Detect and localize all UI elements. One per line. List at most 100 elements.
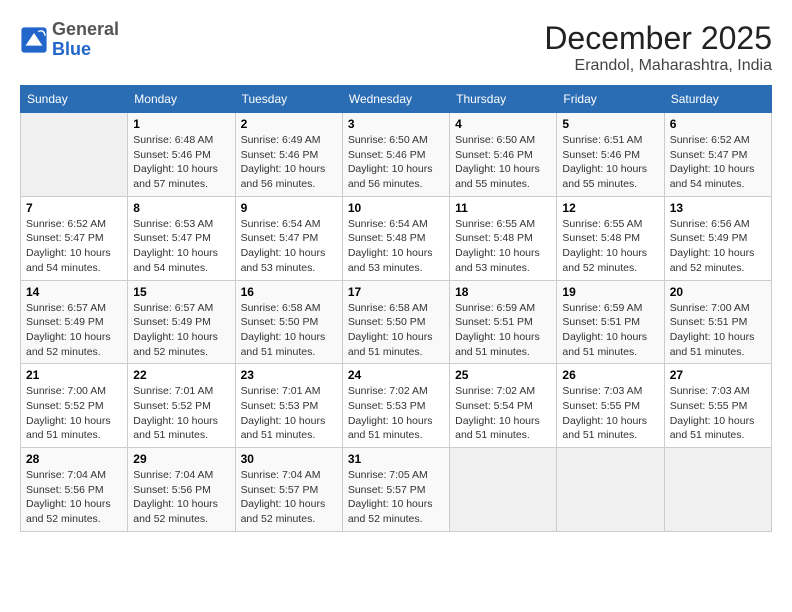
day-info: Sunrise: 7:01 AM Sunset: 5:52 PM Dayligh… bbox=[133, 384, 229, 443]
calendar-cell: 28 Sunrise: 7:04 AM Sunset: 5:56 PM Dayli… bbox=[21, 448, 128, 532]
day-number: 2 bbox=[241, 117, 337, 131]
calendar-cell: 30Sunrise: 7:04 AM Sunset: 5:57 PM Dayli… bbox=[235, 448, 342, 532]
day-number: 12 bbox=[562, 201, 658, 215]
day-info: Sunrise: 7:04 AM Sunset: 5:56 PM Dayligh… bbox=[26, 468, 122, 527]
title-block: December 2025 Erandol, Maharashtra, Indi… bbox=[544, 20, 772, 75]
page-header: General Blue December 2025 Erandol, Maha… bbox=[20, 20, 772, 75]
day-number: 13 bbox=[670, 201, 766, 215]
calendar-body: 1 Sunrise: 6:48 AM Sunset: 5:46 PM Daylig… bbox=[21, 113, 772, 532]
calendar-cell: 15 Sunrise: 6:57 AM Sunset: 5:49 PM Dayli… bbox=[128, 280, 235, 364]
calendar-cell: 1 Sunrise: 6:48 AM Sunset: 5:46 PM Daylig… bbox=[128, 113, 235, 197]
day-info: Sunrise: 6:59 AM Sunset: 5:51 PM Dayligh… bbox=[455, 301, 551, 360]
day-info: Sunrise: 6:49 AM Sunset: 5:46 PM Dayligh… bbox=[241, 133, 337, 192]
day-info: Sunrise: 6:50 AM Sunset: 5:46 PM Dayligh… bbox=[348, 133, 444, 192]
calendar-cell: 12 Sunrise: 6:55 AM Sunset: 5:48 PM Dayli… bbox=[557, 196, 664, 280]
day-info: Sunrise: 6:52 AM Sunset: 5:47 PM Dayligh… bbox=[26, 217, 122, 276]
day-number: 22 bbox=[133, 368, 229, 382]
calendar-cell bbox=[450, 448, 557, 532]
day-info: Sunrise: 6:57 AM Sunset: 5:49 PM Dayligh… bbox=[26, 301, 122, 360]
calendar-cell: 31Sunrise: 7:05 AM Sunset: 5:57 PM Dayli… bbox=[342, 448, 449, 532]
calendar-cell: 21 Sunrise: 7:00 AM Sunset: 5:52 PM Dayli… bbox=[21, 364, 128, 448]
logo-text: General Blue bbox=[52, 20, 119, 60]
day-number: 11 bbox=[455, 201, 551, 215]
calendar-cell: 16Sunrise: 6:58 AM Sunset: 5:50 PM Dayli… bbox=[235, 280, 342, 364]
weekday-tuesday: Tuesday bbox=[235, 86, 342, 113]
weekday-saturday: Saturday bbox=[664, 86, 771, 113]
calendar-cell: 23 Sunrise: 7:01 AM Sunset: 5:53 PM Dayli… bbox=[235, 364, 342, 448]
calendar-table: SundayMondayTuesdayWednesdayThursdayFrid… bbox=[20, 85, 772, 532]
calendar-cell: 14 Sunrise: 6:57 AM Sunset: 5:49 PM Dayli… bbox=[21, 280, 128, 364]
day-number: 21 bbox=[26, 368, 122, 382]
day-number: 17 bbox=[348, 285, 444, 299]
calendar-cell: 25 Sunrise: 7:02 AM Sunset: 5:54 PM Dayli… bbox=[450, 364, 557, 448]
calendar-cell: 19Sunrise: 6:59 AM Sunset: 5:51 PM Dayli… bbox=[557, 280, 664, 364]
day-info: Sunrise: 6:57 AM Sunset: 5:49 PM Dayligh… bbox=[133, 301, 229, 360]
day-number: 31 bbox=[348, 452, 444, 466]
day-number: 26 bbox=[562, 368, 658, 382]
day-number: 6 bbox=[670, 117, 766, 131]
weekday-sunday: Sunday bbox=[21, 86, 128, 113]
day-number: 15 bbox=[133, 285, 229, 299]
day-info: Sunrise: 7:00 AM Sunset: 5:52 PM Dayligh… bbox=[26, 384, 122, 443]
day-info: Sunrise: 6:59 AM Sunset: 5:51 PM Dayligh… bbox=[562, 301, 658, 360]
day-number: 14 bbox=[26, 285, 122, 299]
calendar-header: SundayMondayTuesdayWednesdayThursdayFrid… bbox=[21, 86, 772, 113]
day-info: Sunrise: 7:01 AM Sunset: 5:53 PM Dayligh… bbox=[241, 384, 337, 443]
day-number: 28 bbox=[26, 452, 122, 466]
day-number: 1 bbox=[133, 117, 229, 131]
day-info: Sunrise: 7:03 AM Sunset: 5:55 PM Dayligh… bbox=[670, 384, 766, 443]
calendar-cell: 26 Sunrise: 7:03 AM Sunset: 5:55 PM Dayli… bbox=[557, 364, 664, 448]
day-info: Sunrise: 6:55 AM Sunset: 5:48 PM Dayligh… bbox=[562, 217, 658, 276]
day-info: Sunrise: 6:56 AM Sunset: 5:49 PM Dayligh… bbox=[670, 217, 766, 276]
calendar-cell: 9Sunrise: 6:54 AM Sunset: 5:47 PM Daylig… bbox=[235, 196, 342, 280]
day-info: Sunrise: 6:53 AM Sunset: 5:47 PM Dayligh… bbox=[133, 217, 229, 276]
day-info: Sunrise: 6:58 AM Sunset: 5:50 PM Dayligh… bbox=[348, 301, 444, 360]
location: Erandol, Maharashtra, India bbox=[544, 57, 772, 75]
day-number: 16 bbox=[241, 285, 337, 299]
day-info: Sunrise: 7:02 AM Sunset: 5:53 PM Dayligh… bbox=[348, 384, 444, 443]
day-number: 30 bbox=[241, 452, 337, 466]
day-info: Sunrise: 7:03 AM Sunset: 5:55 PM Dayligh… bbox=[562, 384, 658, 443]
calendar-cell bbox=[664, 448, 771, 532]
calendar-cell: 3Sunrise: 6:50 AM Sunset: 5:46 PM Daylig… bbox=[342, 113, 449, 197]
calendar-week-4: 21 Sunrise: 7:00 AM Sunset: 5:52 PM Dayli… bbox=[21, 364, 772, 448]
day-info: Sunrise: 7:04 AM Sunset: 5:56 PM Dayligh… bbox=[133, 468, 229, 527]
month-year: December 2025 bbox=[544, 20, 772, 57]
calendar-week-3: 14 Sunrise: 6:57 AM Sunset: 5:49 PM Dayli… bbox=[21, 280, 772, 364]
weekday-wednesday: Wednesday bbox=[342, 86, 449, 113]
calendar-cell: 22 Sunrise: 7:01 AM Sunset: 5:52 PM Dayli… bbox=[128, 364, 235, 448]
day-info: Sunrise: 6:55 AM Sunset: 5:48 PM Dayligh… bbox=[455, 217, 551, 276]
day-info: Sunrise: 6:54 AM Sunset: 5:48 PM Dayligh… bbox=[348, 217, 444, 276]
day-info: Sunrise: 7:00 AM Sunset: 5:51 PM Dayligh… bbox=[670, 301, 766, 360]
calendar-cell: 8Sunrise: 6:53 AM Sunset: 5:47 PM Daylig… bbox=[128, 196, 235, 280]
day-number: 18 bbox=[455, 285, 551, 299]
day-number: 7 bbox=[26, 201, 122, 215]
calendar-cell: 4Sunrise: 6:50 AM Sunset: 5:46 PM Daylig… bbox=[450, 113, 557, 197]
calendar-cell: 13 Sunrise: 6:56 AM Sunset: 5:49 PM Dayli… bbox=[664, 196, 771, 280]
calendar-cell: 10 Sunrise: 6:54 AM Sunset: 5:48 PM Dayli… bbox=[342, 196, 449, 280]
calendar-cell: 24Sunrise: 7:02 AM Sunset: 5:53 PM Dayli… bbox=[342, 364, 449, 448]
weekday-thursday: Thursday bbox=[450, 86, 557, 113]
calendar-cell: 7 Sunrise: 6:52 AM Sunset: 5:47 PM Daylig… bbox=[21, 196, 128, 280]
calendar-cell: 11 Sunrise: 6:55 AM Sunset: 5:48 PM Dayli… bbox=[450, 196, 557, 280]
day-number: 29 bbox=[133, 452, 229, 466]
day-info: Sunrise: 6:54 AM Sunset: 5:47 PM Dayligh… bbox=[241, 217, 337, 276]
calendar-cell bbox=[21, 113, 128, 197]
calendar-cell: 6Sunrise: 6:52 AM Sunset: 5:47 PM Daylig… bbox=[664, 113, 771, 197]
calendar-cell bbox=[557, 448, 664, 532]
calendar-cell: 2 Sunrise: 6:49 AM Sunset: 5:46 PM Daylig… bbox=[235, 113, 342, 197]
day-number: 27 bbox=[670, 368, 766, 382]
day-info: Sunrise: 6:48 AM Sunset: 5:46 PM Dayligh… bbox=[133, 133, 229, 192]
day-number: 23 bbox=[241, 368, 337, 382]
day-number: 10 bbox=[348, 201, 444, 215]
weekday-monday: Monday bbox=[128, 86, 235, 113]
day-number: 25 bbox=[455, 368, 551, 382]
day-info: Sunrise: 6:51 AM Sunset: 5:46 PM Dayligh… bbox=[562, 133, 658, 192]
logo-blue: Blue bbox=[52, 40, 119, 60]
day-info: Sunrise: 7:02 AM Sunset: 5:54 PM Dayligh… bbox=[455, 384, 551, 443]
weekday-friday: Friday bbox=[557, 86, 664, 113]
calendar-cell: 17 Sunrise: 6:58 AM Sunset: 5:50 PM Dayli… bbox=[342, 280, 449, 364]
day-number: 20 bbox=[670, 285, 766, 299]
calendar-cell: 27 Sunrise: 7:03 AM Sunset: 5:55 PM Dayli… bbox=[664, 364, 771, 448]
calendar-cell: 5Sunrise: 6:51 AM Sunset: 5:46 PM Daylig… bbox=[557, 113, 664, 197]
